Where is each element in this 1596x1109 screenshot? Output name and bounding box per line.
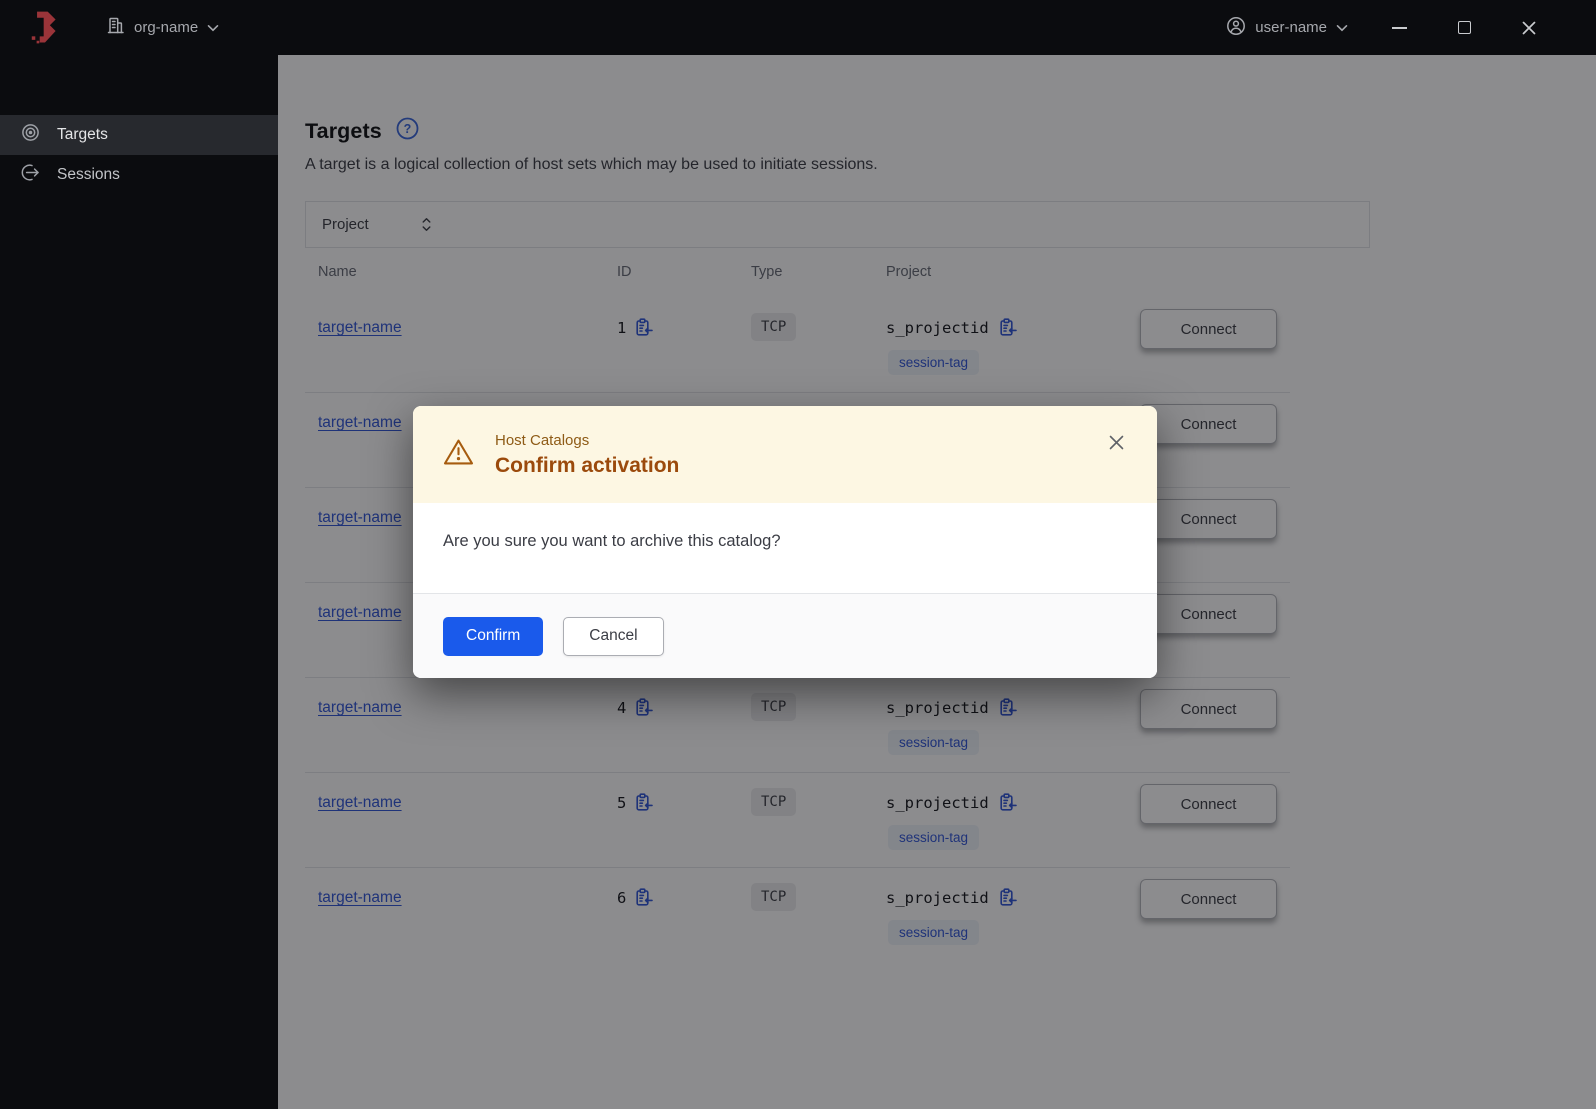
bullseye-icon <box>21 123 40 147</box>
confirm-dialog: Host Catalogs Confirm activation Are you… <box>413 406 1157 678</box>
warning-icon <box>443 438 474 471</box>
dialog-body-text: Are you sure you want to archive this ca… <box>413 503 1157 593</box>
app-window: org-name user-name Targets Sessions Targ… <box>0 0 1596 1109</box>
sidebar: Targets Sessions <box>0 55 278 1109</box>
sidebar-item-sessions[interactable]: Sessions <box>0 155 278 195</box>
maximize-button[interactable] <box>1455 19 1473 37</box>
dialog-footer: Confirm Cancel <box>413 593 1157 678</box>
org-name-label: org-name <box>134 19 199 36</box>
org-switcher[interactable]: org-name <box>106 16 219 39</box>
dialog-header: Host Catalogs Confirm activation <box>413 406 1157 503</box>
chevron-down-icon <box>207 19 219 36</box>
close-dialog-button[interactable] <box>1105 431 1127 453</box>
cancel-button[interactable]: Cancel <box>563 616 664 656</box>
sidebar-item-label: Targets <box>57 126 108 143</box>
dialog-tagline: Host Catalogs <box>495 431 590 449</box>
user-icon <box>1226 16 1246 40</box>
dialog-title: Confirm activation <box>495 453 680 477</box>
window-controls <box>1390 19 1538 37</box>
sidebar-item-targets[interactable]: Targets <box>0 115 278 155</box>
minimize-button[interactable] <box>1390 19 1408 37</box>
user-menu[interactable]: user-name <box>1226 16 1348 40</box>
sidebar-item-label: Sessions <box>57 166 120 183</box>
building-icon <box>106 16 125 39</box>
confirm-button[interactable]: Confirm <box>443 616 544 656</box>
user-name-label: user-name <box>1255 19 1327 36</box>
chevron-down-icon <box>1336 19 1348 36</box>
close-window-button[interactable] <box>1520 19 1538 37</box>
enter-icon <box>21 163 40 187</box>
titlebar: org-name user-name <box>0 0 1596 55</box>
boundary-logo-icon <box>30 10 60 45</box>
